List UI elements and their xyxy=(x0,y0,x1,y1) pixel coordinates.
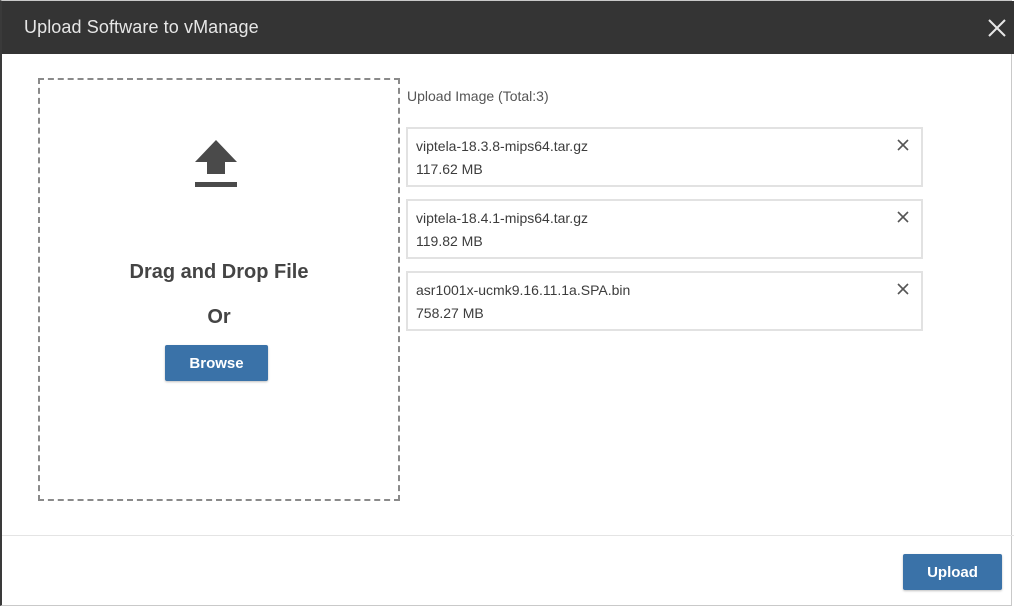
upload-image-count: Upload Image (Total:3) xyxy=(407,88,549,104)
file-item: viptela-18.4.1-mips64.tar.gz 119.82 MB xyxy=(406,199,923,259)
remove-file-button[interactable] xyxy=(895,281,911,297)
upload-software-dialog: Upload Software to vManage Drag and Drop… xyxy=(0,0,1014,606)
remove-file-button[interactable] xyxy=(895,209,911,225)
file-item: asr1001x-ucmk9.16.11.1a.SPA.bin 758.27 M… xyxy=(406,271,923,331)
file-name: viptela-18.3.8-mips64.tar.gz xyxy=(416,138,588,154)
file-item: viptela-18.3.8-mips64.tar.gz 117.62 MB xyxy=(406,127,923,187)
dialog-titlebar: Upload Software to vManage xyxy=(2,1,1014,54)
close-icon xyxy=(897,283,909,295)
or-label: Or xyxy=(207,306,231,328)
upload-button[interactable]: Upload xyxy=(903,554,1002,590)
close-button[interactable] xyxy=(980,11,1014,45)
file-name: asr1001x-ucmk9.16.11.1a.SPA.bin xyxy=(416,282,631,298)
close-icon xyxy=(897,211,909,223)
dialog-title: Upload Software to vManage xyxy=(24,17,259,37)
footer-divider xyxy=(2,535,1014,536)
remove-file-button[interactable] xyxy=(895,137,911,153)
upload-icon xyxy=(195,140,237,187)
close-icon xyxy=(988,19,1006,37)
file-dropzone[interactable]: Drag and Drop File Or Browse xyxy=(38,78,400,501)
file-size: 117.62 MB xyxy=(416,161,483,177)
file-size: 758.27 MB xyxy=(416,305,484,321)
file-name: viptela-18.4.1-mips64.tar.gz xyxy=(416,210,588,226)
close-icon xyxy=(897,139,909,151)
browse-button[interactable]: Browse xyxy=(165,345,268,381)
drag-drop-label: Drag and Drop File xyxy=(129,261,309,283)
file-size: 119.82 MB xyxy=(416,233,483,249)
